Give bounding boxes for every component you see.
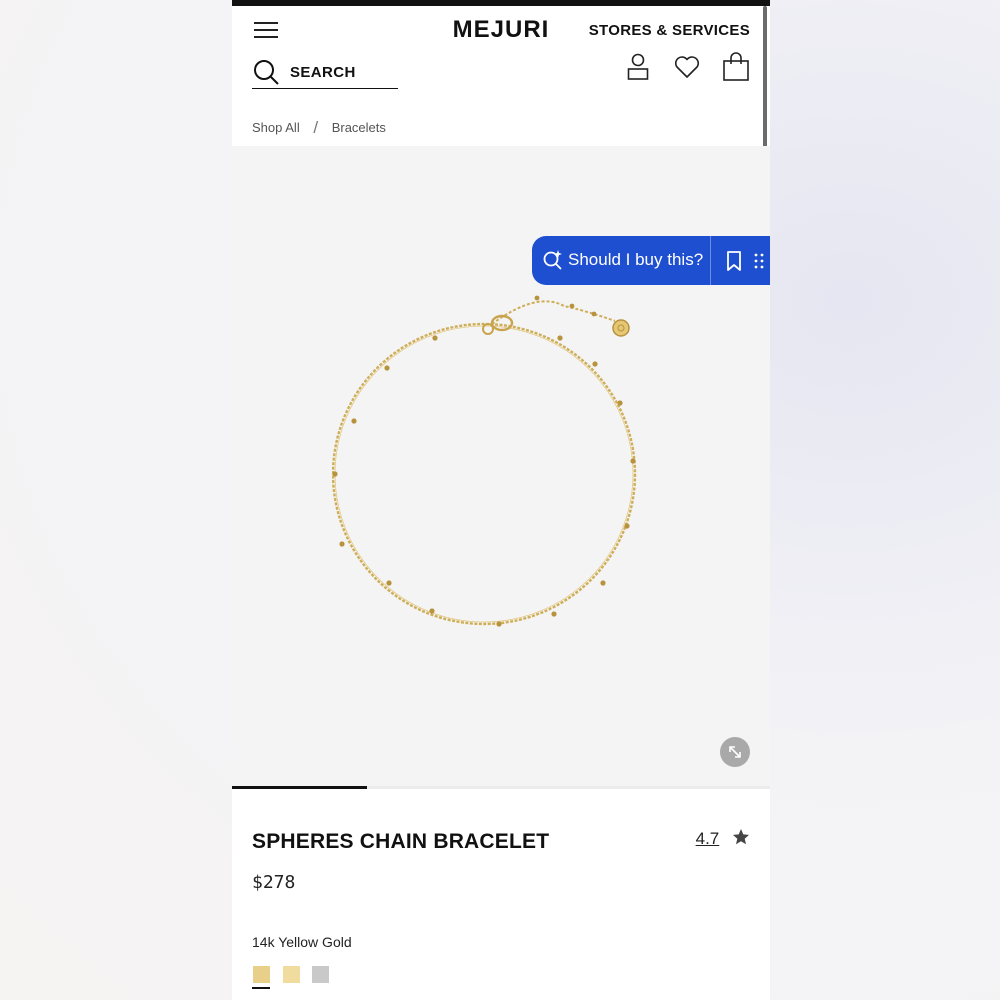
material-label: 14k Yellow Gold (252, 934, 352, 950)
breadcrumb-separator: / (313, 118, 319, 137)
product-price: $278 (252, 872, 296, 893)
product-rating[interactable]: 4.7 (696, 828, 750, 849)
product-title: SPHERES CHAIN BRACELET (252, 830, 550, 853)
swatch-silver[interactable] (312, 966, 329, 983)
assistant-divider (710, 236, 711, 285)
breadcrumb: Shop All / Bracelets (252, 117, 386, 137)
status-bar (232, 0, 770, 6)
should-i-buy-button[interactable]: Should I buy this? (532, 236, 770, 285)
rating-value[interactable]: 4.7 (696, 829, 720, 848)
search-sparkle-icon (543, 250, 562, 270)
bookmark-icon[interactable] (726, 251, 742, 271)
bag-icon[interactable] (722, 52, 750, 82)
heart-icon[interactable] (674, 55, 700, 79)
breadcrumb-shop-all[interactable]: Shop All (252, 120, 300, 135)
account-icon[interactable] (626, 52, 650, 82)
selected-swatch-indicator (252, 987, 270, 989)
search-label: SEARCH (290, 64, 356, 81)
stores-services-link[interactable]: STORES & SERVICES (589, 22, 750, 39)
product-image (332, 295, 637, 627)
breadcrumb-bracelets[interactable]: Bracelets (332, 120, 386, 135)
search-icon (254, 60, 279, 85)
star-icon (733, 829, 749, 845)
drag-handle-icon[interactable] (754, 252, 764, 270)
swatch-yellow-gold[interactable] (253, 966, 270, 983)
swatch-light-gold[interactable] (283, 966, 300, 983)
search-input[interactable]: SEARCH (252, 58, 398, 89)
should-i-buy-label: Should I buy this? (568, 250, 704, 269)
gallery-progress-bar (232, 786, 367, 789)
product-page: MEJURI STORES & SERVICES SEARCH Shop All… (232, 0, 770, 1000)
expand-icon[interactable] (720, 737, 750, 767)
